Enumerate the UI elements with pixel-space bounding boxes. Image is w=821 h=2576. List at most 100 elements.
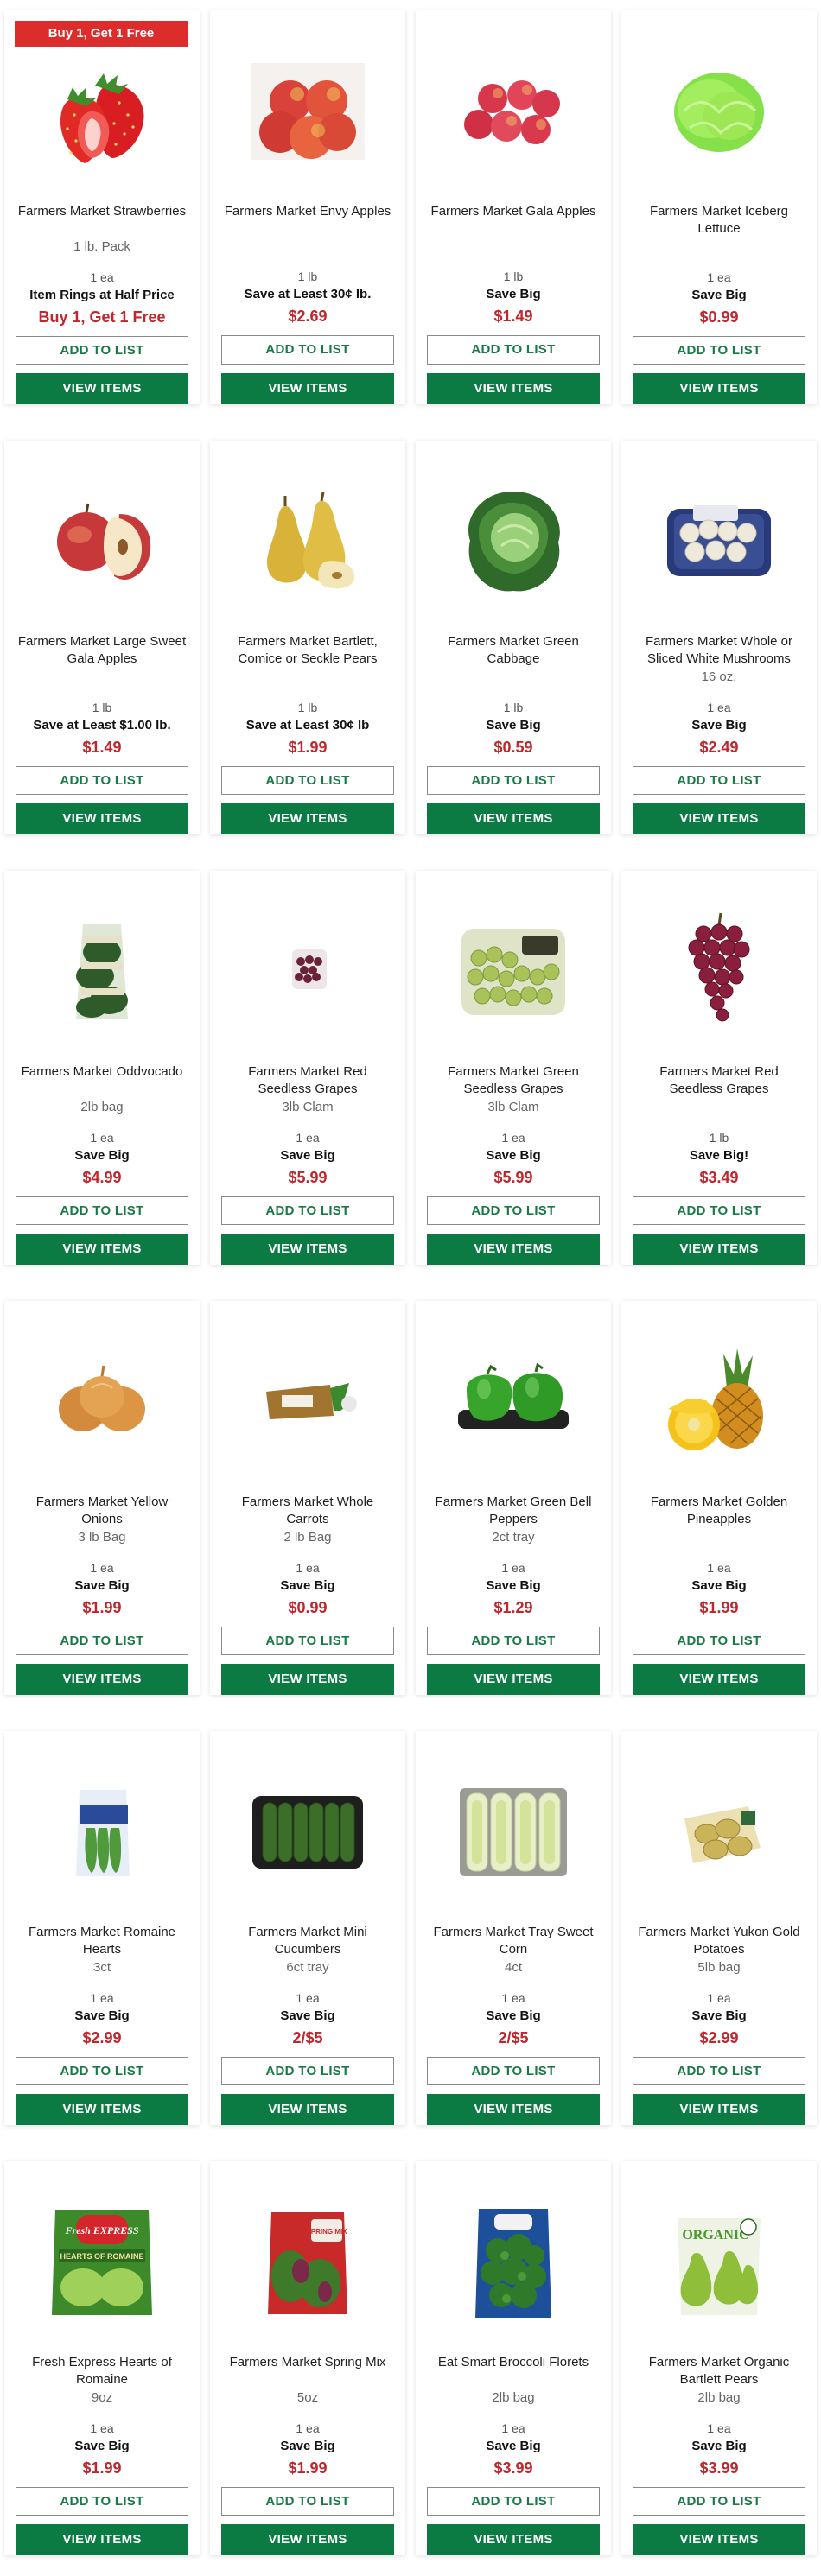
view-items-button[interactable]: VIEW ITEMS bbox=[16, 373, 188, 404]
add-to-list-button[interactable]: ADD TO LIST bbox=[221, 1626, 394, 1655]
add-to-list-button[interactable]: ADD TO LIST bbox=[16, 2486, 188, 2516]
deal-text: Save Big! bbox=[689, 1147, 749, 1163]
view-items-button[interactable]: VIEW ITEMS bbox=[633, 1664, 805, 1695]
view-items-button[interactable]: VIEW ITEMS bbox=[633, 373, 805, 404]
romaine-hearts-image[interactable] bbox=[15, 1759, 189, 1905]
green-cabbage-image[interactable] bbox=[426, 468, 601, 614]
red-grapes-image[interactable] bbox=[632, 898, 806, 1044]
deal-text: Save Big bbox=[691, 717, 747, 733]
broccoli-florets-image[interactable] bbox=[426, 2189, 601, 2335]
view-items-button[interactable]: VIEW ITEMS bbox=[221, 1664, 394, 1695]
pineapple-image[interactable] bbox=[632, 1329, 806, 1475]
add-to-list-button[interactable]: ADD TO LIST bbox=[633, 1196, 805, 1225]
product-card: Farmers Market Red Seedless Grapes 1 lb … bbox=[621, 871, 817, 1265]
green-peppers-image[interactable] bbox=[426, 1329, 601, 1475]
large-gala-apples-image[interactable] bbox=[15, 468, 189, 614]
add-to-list-button[interactable]: ADD TO LIST bbox=[427, 1626, 600, 1655]
green-grapes-clam-image[interactable] bbox=[426, 898, 601, 1044]
product-unit: 1 ea bbox=[296, 1130, 320, 1145]
add-to-list-button[interactable]: ADD TO LIST bbox=[633, 1626, 805, 1655]
yellow-onions-image[interactable] bbox=[15, 1329, 189, 1475]
view-items-button[interactable]: VIEW ITEMS bbox=[221, 2094, 394, 2125]
add-to-list-button[interactable]: ADD TO LIST bbox=[16, 2056, 188, 2085]
deal-text: Save at Least 30¢ lb bbox=[245, 717, 370, 733]
view-items-button[interactable]: VIEW ITEMS bbox=[633, 1234, 805, 1265]
product-size: 2lb bag bbox=[80, 1099, 124, 1114]
add-to-list-button[interactable]: ADD TO LIST bbox=[221, 2056, 394, 2085]
product-card: Eat Smart Broccoli Florets 2lb bag 1 ea … bbox=[416, 2161, 611, 2555]
spring-mix-image[interactable]: SPRING MIX bbox=[220, 2189, 395, 2335]
add-to-list-button[interactable]: ADD TO LIST bbox=[427, 335, 600, 365]
product-price: $1.99 bbox=[288, 738, 328, 756]
product-name: Farmers Market Yellow Onions bbox=[35, 1494, 169, 1526]
package-label-text: SPRING MIX bbox=[306, 2228, 347, 2236]
mushrooms-image[interactable] bbox=[632, 468, 806, 614]
avocado-bag-image[interactable] bbox=[15, 898, 189, 1044]
view-items-button[interactable]: VIEW ITEMS bbox=[427, 373, 600, 404]
add-to-list-button[interactable]: ADD TO LIST bbox=[221, 1196, 394, 1225]
add-to-list-button[interactable]: ADD TO LIST bbox=[633, 335, 805, 365]
deal-text: Save Big bbox=[280, 1147, 335, 1163]
organic-pears-image[interactable]: ORGANIC bbox=[632, 2189, 806, 2335]
view-items-button[interactable]: VIEW ITEMS bbox=[221, 1234, 394, 1265]
view-items-button[interactable]: VIEW ITEMS bbox=[633, 803, 805, 834]
product-name: Farmers Market Yukon Gold Potatoes bbox=[638, 1924, 800, 1957]
strawberries-image[interactable] bbox=[15, 38, 189, 184]
envy-apples-image[interactable] bbox=[220, 38, 395, 184]
add-to-list-button[interactable]: ADD TO LIST bbox=[633, 2486, 805, 2516]
view-items-button[interactable]: VIEW ITEMS bbox=[221, 2524, 394, 2555]
add-to-list-button[interactable]: ADD TO LIST bbox=[633, 2056, 805, 2085]
product-unit: 1 ea bbox=[501, 2421, 525, 2435]
product-card: Farmers Market Mini Cucumbers 6ct tray 1… bbox=[210, 1731, 405, 2125]
view-items-button[interactable]: VIEW ITEMS bbox=[427, 1664, 600, 1695]
product-size: 6ct tray bbox=[286, 1959, 329, 1975]
gala-apples-image[interactable] bbox=[426, 38, 601, 184]
product-card: Farmers Market Large Sweet Gala Apples 1… bbox=[4, 441, 200, 834]
iceberg-lettuce-image[interactable] bbox=[632, 38, 806, 184]
product-price: $5.99 bbox=[493, 1168, 533, 1186]
view-items-button[interactable]: VIEW ITEMS bbox=[16, 2524, 188, 2555]
view-items-button[interactable]: VIEW ITEMS bbox=[16, 1664, 188, 1695]
view-items-button[interactable]: VIEW ITEMS bbox=[16, 1234, 188, 1265]
add-to-list-button[interactable]: ADD TO LIST bbox=[221, 765, 394, 795]
mini-cucumbers-image[interactable] bbox=[220, 1759, 395, 1905]
add-to-list-button[interactable]: ADD TO LIST bbox=[16, 765, 188, 795]
deal-text: Save Big bbox=[691, 2438, 747, 2453]
add-to-list-button[interactable]: ADD TO LIST bbox=[221, 335, 394, 365]
add-to-list-button[interactable]: ADD TO LIST bbox=[16, 335, 188, 365]
add-to-list-button[interactable]: ADD TO LIST bbox=[427, 1196, 600, 1225]
product-price: $4.99 bbox=[82, 1168, 122, 1186]
view-items-button[interactable]: VIEW ITEMS bbox=[633, 2524, 805, 2555]
add-to-list-button[interactable]: ADD TO LIST bbox=[221, 2486, 394, 2516]
product-unit: 1 ea bbox=[296, 1560, 320, 1575]
view-items-button[interactable]: VIEW ITEMS bbox=[16, 2094, 188, 2125]
product-name: Farmers Market Red Seedless Grapes bbox=[659, 1063, 779, 1096]
product-price: $1.99 bbox=[82, 1598, 122, 1616]
view-items-button[interactable]: VIEW ITEMS bbox=[16, 803, 188, 834]
product-name: Farmers Market Large Sweet Gala Apples bbox=[17, 633, 187, 666]
red-grapes-clam-image[interactable] bbox=[220, 898, 395, 1044]
product-card: Farmers Market Whole or Sliced White Mus… bbox=[621, 441, 817, 834]
pears-image[interactable] bbox=[220, 468, 395, 614]
product-unit: 1 ea bbox=[501, 1560, 525, 1575]
view-items-button[interactable]: VIEW ITEMS bbox=[427, 2094, 600, 2125]
view-items-button[interactable]: VIEW ITEMS bbox=[427, 2524, 600, 2555]
view-items-button[interactable]: VIEW ITEMS bbox=[221, 803, 394, 834]
view-items-button[interactable]: VIEW ITEMS bbox=[427, 803, 600, 834]
sweet-corn-image[interactable] bbox=[426, 1759, 601, 1905]
fresh-express-romaine-image[interactable]: Fresh EXPRESS HEARTS OF ROMAINE bbox=[15, 2189, 189, 2335]
add-to-list-button[interactable]: ADD TO LIST bbox=[16, 1196, 188, 1225]
yukon-potatoes-image[interactable] bbox=[632, 1759, 806, 1905]
add-to-list-button[interactable]: ADD TO LIST bbox=[633, 765, 805, 795]
view-items-button[interactable]: VIEW ITEMS bbox=[221, 373, 394, 404]
add-to-list-button[interactable]: ADD TO LIST bbox=[16, 1626, 188, 1655]
add-to-list-button[interactable]: ADD TO LIST bbox=[427, 765, 600, 795]
product-size: 3 lb Bag bbox=[78, 1529, 126, 1545]
view-items-button[interactable]: VIEW ITEMS bbox=[633, 2094, 805, 2125]
view-items-button[interactable]: VIEW ITEMS bbox=[427, 1234, 600, 1265]
product-size: 2lb bag bbox=[697, 2389, 741, 2405]
carrots-image[interactable] bbox=[220, 1329, 395, 1475]
product-size: 2lb bag bbox=[492, 2389, 535, 2405]
add-to-list-button[interactable]: ADD TO LIST bbox=[427, 2486, 600, 2516]
add-to-list-button[interactable]: ADD TO LIST bbox=[427, 2056, 600, 2085]
